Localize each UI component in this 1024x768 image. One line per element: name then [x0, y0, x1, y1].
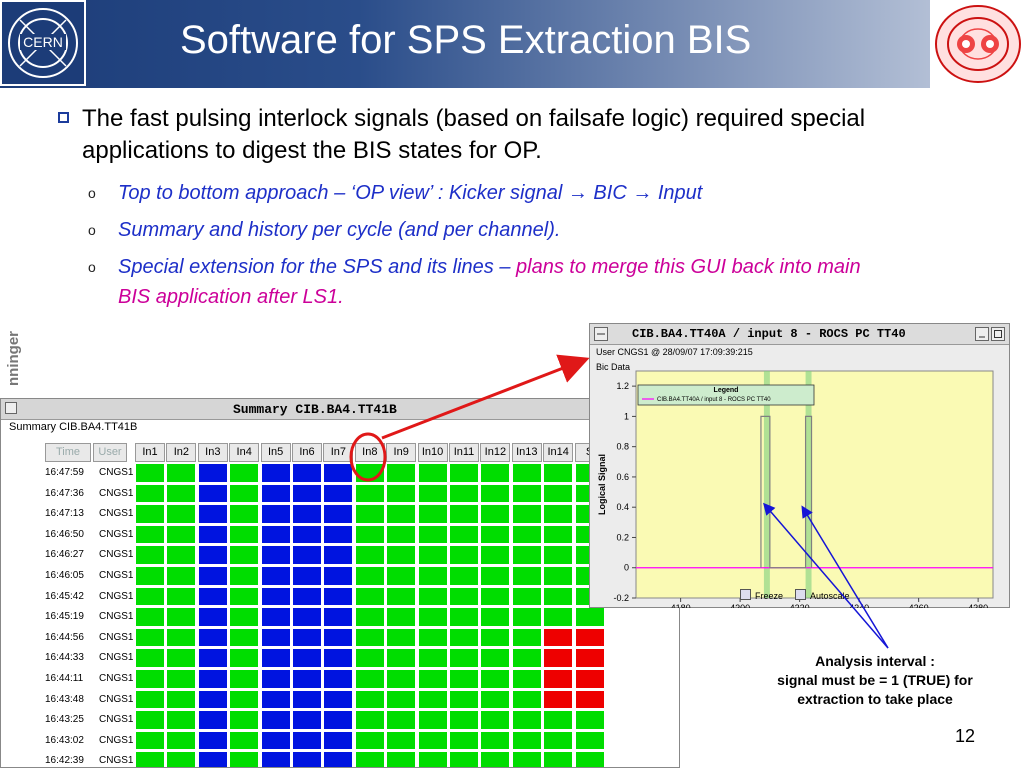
red-arrow [381, 354, 590, 440]
blue-arrow-1 [763, 502, 889, 649]
slide-number: 12 [955, 726, 976, 746]
analysis-interval-annotation: Analysis interval : signal must be = 1 (… [777, 653, 973, 707]
highlight-circle-in8 [349, 432, 387, 482]
blue-arrow-2 [801, 505, 889, 649]
